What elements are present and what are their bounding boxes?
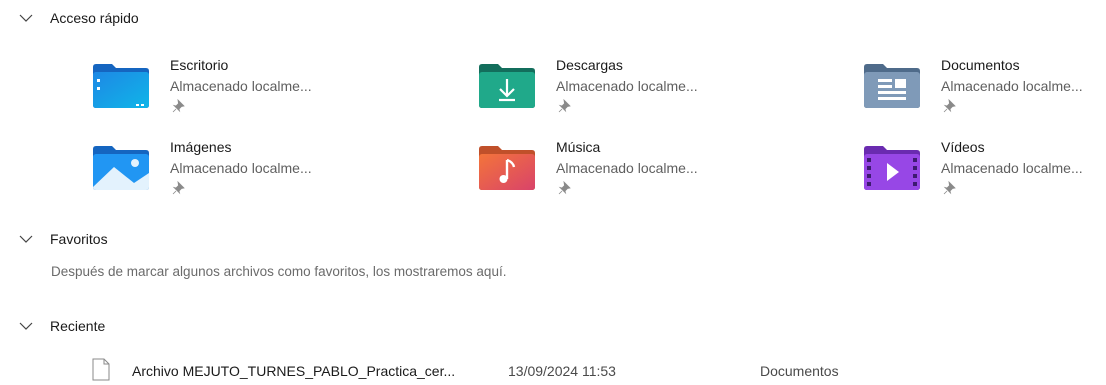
quick-access-header[interactable]: Acceso rápido: [18, 6, 139, 30]
pin-icon: [558, 99, 571, 113]
tile-status: Almacenado localme...: [556, 78, 698, 94]
pin-icon: [943, 99, 956, 113]
favorites-header[interactable]: Favoritos: [18, 227, 108, 251]
recent-title: Reciente: [50, 318, 106, 334]
quick-access-item-documentos[interactable]: Documentos Almacenado localme...: [863, 57, 1106, 127]
documents-folder-icon: [864, 64, 920, 108]
videos-folder-icon: [864, 146, 920, 190]
recent-file-name: Archivo MEJUTO_TURNES_PABLO_Practica_cer…: [132, 363, 456, 379]
quick-access-title: Acceso rápido: [50, 10, 139, 26]
tile-status: Almacenado localme...: [941, 160, 1083, 176]
quick-access-item-descargas[interactable]: Descargas Almacenado localme...: [478, 57, 778, 127]
tile-name: Música: [556, 139, 601, 155]
pin-icon: [172, 181, 185, 195]
pin-icon: [558, 181, 571, 195]
desktop-folder-icon: [93, 64, 149, 108]
tile-status: Almacenado localme...: [941, 78, 1083, 94]
tile-status: Almacenado localme...: [170, 160, 312, 176]
tile-name: Imágenes: [170, 139, 232, 155]
music-folder-icon: [479, 146, 535, 190]
pin-icon: [943, 181, 956, 195]
tile-name: Descargas: [556, 57, 623, 73]
favorites-title: Favoritos: [50, 231, 108, 247]
tile-status: Almacenado localme...: [556, 160, 698, 176]
tile-status: Almacenado localme...: [170, 78, 312, 94]
quick-access-item-musica[interactable]: Música Almacenado localme...: [478, 139, 778, 209]
tile-name: Escritorio: [170, 57, 229, 73]
downloads-folder-icon: [479, 64, 535, 108]
tile-name: Vídeos: [941, 139, 985, 155]
quick-access-item-videos[interactable]: Vídeos Almacenado localme...: [863, 139, 1106, 209]
tile-name: Documentos: [941, 57, 1020, 73]
chevron-down-icon[interactable]: [18, 318, 34, 334]
recent-header[interactable]: Reciente: [18, 314, 105, 338]
favorites-empty-message: Después de marcar algunos archivos como …: [51, 264, 507, 279]
recent-file-location: Documentos: [760, 363, 839, 379]
recent-file-date: 13/09/2024 11:53: [508, 363, 616, 379]
chevron-down-icon[interactable]: [18, 10, 34, 26]
pictures-folder-icon: [93, 146, 149, 190]
quick-access-item-escritorio[interactable]: Escritorio Almacenado localme...: [92, 57, 392, 127]
pin-icon: [172, 99, 185, 113]
file-icon: [92, 358, 110, 381]
quick-access-item-imagenes[interactable]: Imágenes Almacenado localme...: [92, 139, 392, 209]
chevron-down-icon[interactable]: [18, 231, 34, 247]
recent-file-row[interactable]: Archivo MEJUTO_TURNES_PABLO_Practica_cer…: [92, 356, 1052, 384]
